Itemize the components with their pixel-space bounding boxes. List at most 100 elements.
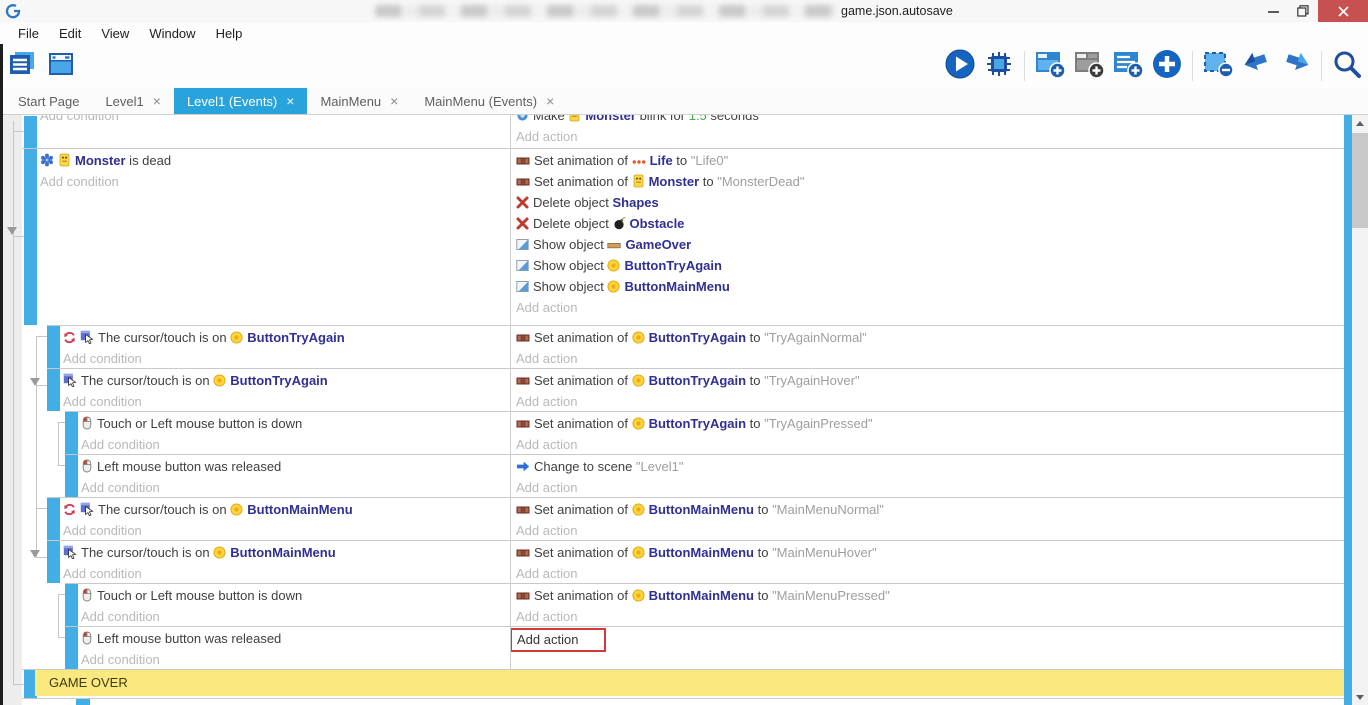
- add-action-button[interactable]: Add action: [516, 628, 1344, 649]
- scrollbar-thumb[interactable]: [1352, 133, 1368, 228]
- conditions-cell[interactable]: Add condition: [40, 115, 510, 148]
- add-action-button[interactable]: Add action: [516, 606, 1344, 626]
- add-condition-button[interactable]: Add condition: [63, 563, 510, 583]
- add-condition-button[interactable]: Add condition: [81, 649, 510, 669]
- add-condition-button[interactable]: Add condition: [81, 477, 510, 497]
- deselect-button[interactable]: [1201, 49, 1235, 83]
- tab-close-icon[interactable]: ×: [286, 94, 294, 108]
- action-line[interactable]: Set animation of ButtonTryAgain to "TryA…: [516, 327, 1344, 348]
- debug-button[interactable]: [982, 49, 1016, 83]
- actions-cell[interactable]: Set animation of Life to "Life0"Set anim…: [510, 148, 1344, 325]
- action-line[interactable]: Delete object Obstacle: [516, 213, 1344, 234]
- tab-close-icon[interactable]: ×: [153, 94, 161, 108]
- comment-block[interactable]: GAME OVER: [35, 670, 1344, 696]
- add-external-events-button[interactable]: [1111, 49, 1145, 83]
- condition-line[interactable]: The cursor/touch is on ButtonMainMenu: [63, 542, 510, 563]
- action-line[interactable]: Show object ButtonMainMenu: [516, 276, 1344, 297]
- action-line[interactable]: Set animation of ButtonTryAgain to "TryA…: [516, 413, 1344, 434]
- add-action-button[interactable]: Add action: [516, 477, 1344, 497]
- event-bar[interactable]: [47, 541, 60, 583]
- event-bar[interactable]: [65, 412, 78, 454]
- tab-mainmenu[interactable]: MainMenu×: [307, 88, 411, 114]
- action-line[interactable]: Set animation of ButtonTryAgain to "TryA…: [516, 370, 1344, 391]
- event-bar[interactable]: [65, 455, 78, 497]
- menu-edit[interactable]: Edit: [49, 26, 91, 41]
- add-action-button[interactable]: Add action: [516, 348, 1344, 368]
- actions-cell[interactable]: Add action: [510, 626, 1344, 669]
- menu-file[interactable]: File: [8, 26, 49, 41]
- action-line[interactable]: Make Monster blink for 1.5 seconds: [516, 115, 1344, 126]
- action-line[interactable]: Show object GameOver: [516, 234, 1344, 255]
- condition-line[interactable]: Left mouse button was released: [81, 628, 510, 649]
- menu-help[interactable]: Help: [206, 26, 253, 41]
- add-external-layout-button[interactable]: [1072, 49, 1106, 83]
- action-line[interactable]: Set animation of ButtonMainMenu to "Main…: [516, 542, 1344, 563]
- add-condition-button[interactable]: Add condition: [63, 520, 510, 540]
- conditions-cell[interactable]: Touch or Left mouse button is downAdd co…: [81, 583, 510, 626]
- play-button[interactable]: [943, 49, 977, 83]
- menu-window[interactable]: Window: [139, 26, 205, 41]
- event-bar[interactable]: [24, 149, 37, 325]
- add-object-button[interactable]: [1150, 49, 1184, 83]
- add-condition-button[interactable]: Add condition: [81, 606, 510, 626]
- redo-button[interactable]: [1279, 49, 1313, 83]
- actions-cell[interactable]: Set animation of ButtonTryAgain to "TryA…: [510, 325, 1344, 368]
- actions-cell[interactable]: Set animation of ButtonMainMenu to "Main…: [510, 540, 1344, 583]
- close-button[interactable]: [1318, 0, 1368, 22]
- actions-cell[interactable]: Change to scene "Level1"Add action: [510, 454, 1344, 497]
- conditions-cell[interactable]: The cursor/touch is on ButtonTryAgainAdd…: [63, 368, 510, 411]
- event-bar[interactable]: [65, 584, 78, 626]
- scene-editor-button[interactable]: [44, 49, 78, 83]
- action-line[interactable]: Show object ButtonTryAgain: [516, 255, 1344, 276]
- tab-start-page[interactable]: Start Page: [5, 88, 92, 114]
- action-line[interactable]: Set animation of Monster to "MonsterDead…: [516, 171, 1344, 192]
- tab-close-icon[interactable]: ×: [390, 94, 398, 108]
- conditions-cell[interactable]: The cursor/touch is on ButtonTryAgainAdd…: [63, 325, 510, 368]
- undo-button[interactable]: [1240, 49, 1274, 83]
- add-condition-button[interactable]: Add condition: [40, 115, 510, 126]
- conditions-cell[interactable]: Monster is deadAdd condition: [40, 148, 510, 325]
- tab-level1[interactable]: Level1×: [92, 88, 174, 114]
- minimize-button[interactable]: [1258, 0, 1288, 22]
- actions-cell[interactable]: Set animation of ButtonMainMenu to "Main…: [510, 497, 1344, 540]
- condition-line[interactable]: Touch or Left mouse button is down: [81, 413, 510, 434]
- add-action-button[interactable]: Add action: [516, 434, 1344, 454]
- add-action-button[interactable]: Add action: [516, 297, 1344, 318]
- add-scene-button[interactable]: [1033, 49, 1067, 83]
- condition-line[interactable]: Monster is dead: [40, 150, 510, 171]
- action-line[interactable]: Delete object Shapes: [516, 192, 1344, 213]
- event-bar[interactable]: [65, 627, 78, 669]
- conditions-cell[interactable]: The cursor/touch is on ButtonMainMenuAdd…: [63, 540, 510, 583]
- action-line[interactable]: Set animation of ButtonMainMenu to "Main…: [516, 499, 1344, 520]
- scroll-down-arrow[interactable]: [1352, 689, 1368, 705]
- add-action-button[interactable]: Add action: [516, 126, 1344, 147]
- condition-line[interactable]: The cursor/touch is on ButtonTryAgain: [63, 370, 510, 391]
- action-line[interactable]: Change to scene "Level1": [516, 456, 1344, 477]
- scroll-up-arrow[interactable]: [1352, 116, 1368, 132]
- event-bar[interactable]: [47, 326, 60, 368]
- event-bar[interactable]: [47, 498, 60, 540]
- condition-line[interactable]: Touch or Left mouse button is down: [81, 585, 510, 606]
- add-action-button[interactable]: Add action: [516, 391, 1344, 411]
- actions-cell[interactable]: Set animation of ButtonTryAgain to "TryA…: [510, 368, 1344, 411]
- actions-cell[interactable]: Make Monster blink for 1.5 secondsAdd ac…: [510, 115, 1344, 148]
- add-condition-button[interactable]: Add condition: [81, 434, 510, 454]
- condition-line[interactable]: The cursor/touch is on ButtonTryAgain: [63, 327, 510, 348]
- tab-mainmenu-events[interactable]: MainMenu (Events)×: [411, 88, 567, 114]
- conditions-cell[interactable]: Left mouse button was releasedAdd condit…: [81, 454, 510, 497]
- menu-view[interactable]: View: [91, 26, 139, 41]
- vertical-scrollbar[interactable]: [1352, 115, 1368, 705]
- conditions-cell[interactable]: The cursor/touch is on ButtonMainMenuAdd…: [63, 497, 510, 540]
- action-line[interactable]: Set animation of Life to "Life0": [516, 150, 1344, 171]
- restore-button[interactable]: [1288, 0, 1318, 22]
- search-button[interactable]: [1330, 49, 1364, 83]
- tab-level1-events[interactable]: Level1 (Events)×: [174, 88, 308, 114]
- condition-line[interactable]: Left mouse button was released: [81, 456, 510, 477]
- event-bar[interactable]: [76, 699, 90, 705]
- event-bar[interactable]: [24, 116, 37, 148]
- conditions-cell[interactable]: Left mouse button was releasedAdd condit…: [81, 626, 510, 669]
- add-action-button[interactable]: Add action: [516, 563, 1344, 583]
- add-condition-button[interactable]: Add condition: [63, 348, 510, 368]
- add-condition-button[interactable]: Add condition: [40, 171, 510, 192]
- add-condition-button[interactable]: Add condition: [63, 391, 510, 411]
